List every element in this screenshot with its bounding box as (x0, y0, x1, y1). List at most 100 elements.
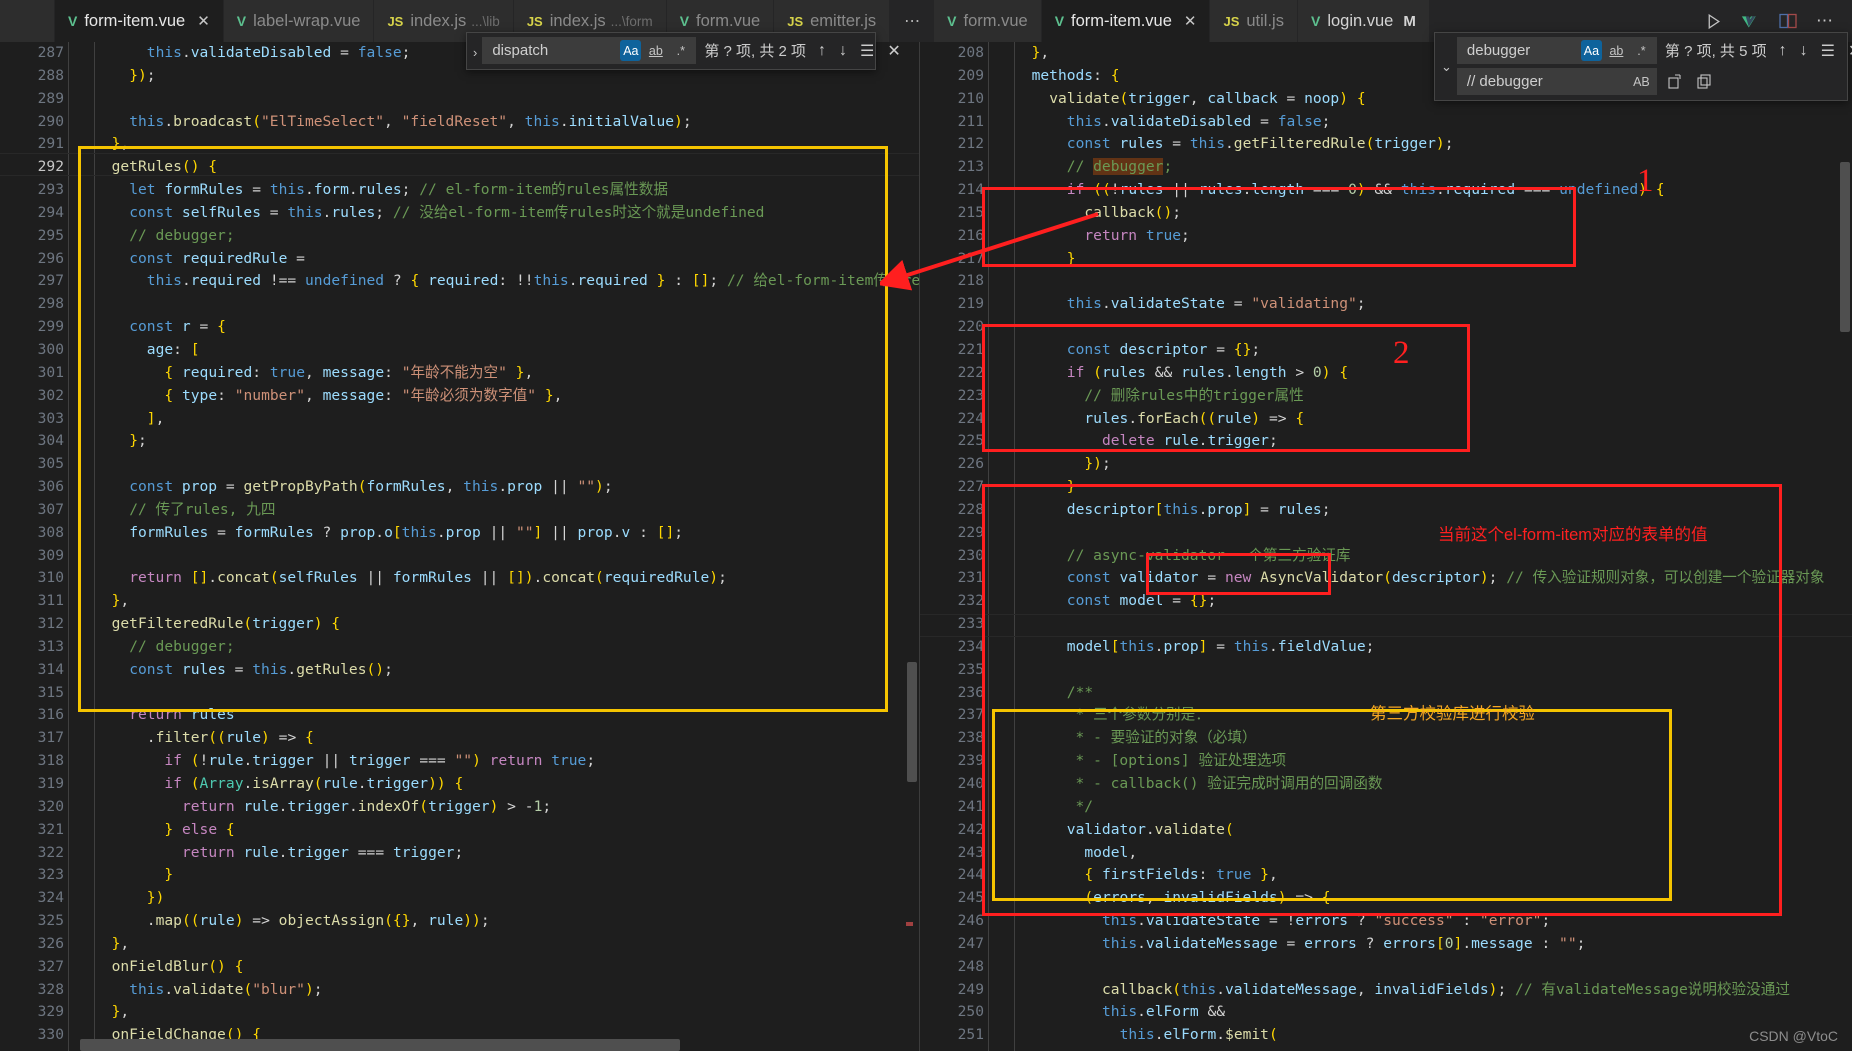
code-line[interactable]: // 传了rules, 九四 (94, 499, 919, 522)
whole-word-icon[interactable]: ab (645, 40, 666, 61)
code-line[interactable]: // debugger; (94, 636, 919, 659)
regex-icon[interactable]: .* (1631, 40, 1652, 61)
find-input-wrapper-right[interactable]: Aa ab .* (1456, 37, 1657, 64)
code-line[interactable]: descriptor[this.prop] = rules; (1014, 499, 1824, 522)
match-case-icon[interactable]: Aa (1580, 40, 1602, 61)
code-content-right[interactable]: }, methods: { validate(trigger, callback… (1014, 42, 1825, 1051)
find-input-right[interactable] (1466, 42, 1577, 59)
code-line[interactable]: const rules = this.getRules(); (94, 659, 919, 682)
run-icon[interactable] (1704, 12, 1723, 31)
code-line[interactable]: const prop = getPropByPath(formRules, th… (94, 476, 919, 499)
code-line[interactable]: .filter((rule) => { (94, 727, 919, 750)
close-icon[interactable]: ✕ (1184, 12, 1197, 30)
find-next-icon[interactable]: ↓ (1800, 42, 1808, 60)
code-line[interactable]: { required: true, message: "年龄不能为空" }, (94, 362, 919, 385)
code-line[interactable]: // async-validator 一个第三方验证库 (1014, 545, 1824, 568)
preserve-case-icon[interactable]: AB (1631, 71, 1652, 92)
find-replace-widget-right[interactable]: ⌄ Aa ab .* 第 ? 项, 共 5 项 ↑ ↓ ☰ ✕ (1434, 32, 1852, 101)
code-line[interactable]: this.validateState = "validating"; (1014, 293, 1824, 316)
code-line[interactable]: // debugger; (1014, 156, 1824, 179)
code-line[interactable]: this.elForm && (1014, 1001, 1824, 1024)
code-line[interactable]: */ (1014, 796, 1824, 819)
editor-pane-left[interactable]: 287 288 289 290 291 292 293 294 295 296 297 298 299 3… (0, 42, 920, 1051)
code-line[interactable]: model, (1014, 842, 1824, 865)
code-line[interactable]: * - 要验证的对象（必填） (1014, 727, 1824, 750)
tab-util-js[interactable]: JS util.js (1210, 0, 1298, 42)
code-line[interactable]: }, (94, 590, 919, 613)
code-line[interactable]: this.broadcast("ElTimeSelect", "fieldRes… (94, 111, 919, 134)
code-line[interactable]: }, (94, 1001, 919, 1024)
code-line[interactable]: // 删除rules中的trigger属性 (1014, 385, 1824, 408)
vue-devtools-icon[interactable] (1741, 12, 1760, 31)
code-line[interactable]: if (Array.isArray(rule.trigger)) { (94, 773, 919, 796)
whole-word-icon[interactable]: ab (1606, 40, 1627, 61)
code-line[interactable]: return rule.trigger.indexOf(trigger) > -… (94, 796, 919, 819)
code-line[interactable]: this.validateDisabled = false; (1014, 111, 1824, 134)
replace-input-wrapper[interactable]: AB (1456, 68, 1657, 95)
code-line[interactable]: const requiredRule = (94, 248, 919, 271)
find-close-icon[interactable]: ✕ (887, 41, 900, 61)
code-line[interactable]: callback(this.validateMessage, invalidFi… (1014, 979, 1824, 1002)
code-line[interactable]: } else { (94, 819, 919, 842)
code-line[interactable]: const r = { (94, 316, 919, 339)
code-line[interactable]: formRules = formRules ? prop.o[this.prop… (94, 522, 919, 545)
code-line[interactable] (94, 682, 919, 705)
replace-expand-icon[interactable]: ⌄ (1437, 37, 1457, 75)
editor-pane-right[interactable]: 208 209 210 211 212 213 214 215 216 217 218 219 220 2… (920, 42, 1852, 1051)
code-line[interactable] (1014, 659, 1824, 682)
code-line[interactable]: if (rules && rules.length > 0) { (1014, 362, 1824, 385)
find-input-left[interactable] (492, 42, 617, 59)
code-line[interactable]: return rules (94, 704, 919, 727)
code-line[interactable]: this.required !== undefined ? { required… (94, 270, 919, 293)
code-content-left[interactable]: this.validateDisabled = false; }); this.… (94, 42, 919, 1051)
tab-partial-left[interactable] (0, 0, 55, 42)
scrollbar-thumb[interactable] (907, 662, 917, 782)
code-line[interactable]: if (!rule.trigger || trigger === "") ret… (94, 750, 919, 773)
find-previous-icon[interactable]: ↑ (818, 42, 826, 60)
code-line[interactable]: rules.forEach((rule) => { (1014, 408, 1824, 431)
code-line[interactable]: getFilteredRule(trigger) { (94, 613, 919, 636)
find-in-selection-icon[interactable]: ☰ (1821, 41, 1835, 61)
code-line[interactable]: this.validate("blur"); (94, 979, 919, 1002)
find-input-wrapper-left[interactable]: Aa ab .* (482, 37, 697, 64)
split-editor-icon[interactable] (1778, 12, 1797, 31)
find-widget-left[interactable]: › Aa ab .* 第 ? 项, 共 2 项 ↑ ↓ ☰ ✕ (466, 32, 901, 70)
code-line[interactable]: const validator = new AsyncValidator(des… (1014, 567, 1825, 590)
find-expand-icon[interactable]: › (469, 37, 482, 60)
code-line[interactable]: delete rule.trigger; (1014, 430, 1824, 453)
code-line[interactable]: { firstFields: true }, (1014, 864, 1824, 887)
scrollbar-vertical-right[interactable] (1838, 42, 1852, 1051)
code-line[interactable]: } (94, 864, 919, 887)
find-previous-icon[interactable]: ↑ (1779, 42, 1787, 60)
find-close-icon[interactable]: ✕ (1848, 41, 1852, 61)
code-line[interactable]: }); (1014, 453, 1824, 476)
code-line[interactable]: this.validateMessage = errors ? errors[0… (1014, 933, 1824, 956)
tab-login-vue[interactable]: V login.vue M (1297, 0, 1430, 42)
code-line[interactable]: return [].concat(selfRules || formRules … (94, 567, 919, 590)
code-line[interactable]: ], (94, 408, 919, 431)
code-line[interactable]: return rule.trigger === trigger; (94, 842, 919, 865)
code-line[interactable]: { type: "number", message: "年龄必须为数字值" }, (94, 385, 919, 408)
code-line[interactable]: this.validateState = !errors ? "success"… (1014, 910, 1824, 933)
code-line[interactable] (94, 453, 919, 476)
close-icon[interactable]: ✕ (197, 12, 210, 30)
code-line[interactable]: "validate", (1014, 1047, 1824, 1051)
code-line[interactable]: }) (94, 887, 919, 910)
match-case-icon[interactable]: Aa (620, 40, 642, 61)
tab-label-wrap-vue[interactable]: V label-wrap.vue (223, 0, 375, 42)
code-line[interactable] (94, 545, 919, 568)
code-line[interactable]: (errors, invalidFields) => { (1014, 887, 1824, 910)
code-line[interactable]: // debugger; (94, 225, 919, 248)
replace-input[interactable] (1466, 73, 1627, 90)
code-line[interactable] (1014, 956, 1824, 979)
scrollbar-vertical-left[interactable] (905, 42, 919, 1051)
tab-form-item-vue-left[interactable]: V form-item.vue ✕ (55, 0, 224, 42)
regex-icon[interactable]: .* (670, 40, 691, 61)
find-in-selection-icon[interactable]: ☰ (860, 41, 874, 61)
code-line[interactable]: onFieldBlur() { (94, 956, 919, 979)
code-line[interactable]: * - [options] 验证处理选项 (1014, 750, 1824, 773)
code-line[interactable]: let formRules = this.form.rules; // el-f… (94, 179, 919, 202)
code-line[interactable]: if ((!rules || rules.length === 0) && th… (1014, 179, 1824, 202)
code-line[interactable]: * - callback() 验证完成时调用的回调函数 (1014, 773, 1824, 796)
code-line[interactable] (94, 88, 919, 111)
